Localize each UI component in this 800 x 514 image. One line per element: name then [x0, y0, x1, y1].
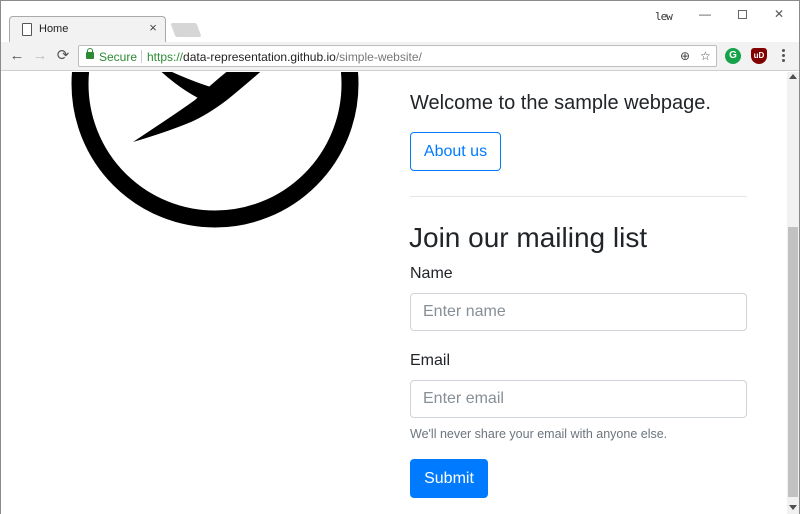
section-divider: [410, 196, 747, 197]
email-help-text: We'll never share your email with anyone…: [410, 427, 668, 441]
maximize-button[interactable]: [728, 7, 756, 23]
reload-button[interactable]: ⟳: [53, 46, 73, 66]
divider: [141, 50, 142, 63]
welcome-text: Welcome to the sample webpage.: [410, 92, 711, 114]
browser-window: Home × lew — ✕ ← → ⟳ Secure https://data…: [0, 0, 800, 514]
address-bar[interactable]: Secure https://data-representation.githu…: [78, 45, 717, 67]
bookmark-star-icon[interactable]: ☆: [700, 49, 711, 63]
scroll-thumb[interactable]: [788, 227, 798, 497]
submit-button[interactable]: Submit: [410, 459, 488, 498]
new-tab-button[interactable]: [170, 23, 202, 37]
page-icon: [22, 23, 32, 36]
mailing-list-heading: Join our mailing list: [409, 222, 648, 253]
profile-badge[interactable]: lew: [655, 10, 673, 23]
forward-button[interactable]: →: [30, 46, 50, 66]
tab-close-icon[interactable]: ×: [146, 20, 160, 35]
vertical-scrollbar[interactable]: [787, 72, 799, 514]
url-path: /simple-website/: [335, 50, 422, 64]
lock-icon: [86, 48, 94, 59]
email-input[interactable]: [410, 380, 747, 418]
url-scheme: https://: [147, 50, 184, 64]
title-bar: Home × lew — ✕: [1, 1, 799, 42]
about-us-button[interactable]: About us: [410, 132, 501, 171]
minimize-button[interactable]: —: [691, 7, 719, 23]
url-text[interactable]: https://data-representation.github.io/si…: [147, 50, 422, 64]
ublock-extension-icon[interactable]: uD: [751, 48, 767, 64]
zoom-icon[interactable]: ⊕: [680, 49, 690, 63]
bird-logo: [71, 72, 359, 228]
secure-label[interactable]: Secure: [99, 50, 137, 64]
email-label: Email: [410, 352, 451, 369]
url-host: data-representation.github.io: [183, 50, 336, 64]
browser-menu-icon[interactable]: [778, 48, 788, 64]
browser-toolbar: ← → ⟳ Secure https://data-representation…: [1, 42, 799, 71]
tab-title: Home: [39, 23, 69, 35]
name-label: Name: [410, 265, 453, 282]
name-input[interactable]: [410, 293, 747, 331]
grammarly-extension-icon[interactable]: G: [725, 48, 741, 64]
close-window-button[interactable]: ✕: [765, 7, 793, 23]
browser-tab-home[interactable]: Home ×: [9, 16, 166, 42]
scroll-up-icon[interactable]: [789, 74, 797, 79]
maximize-icon: [737, 10, 747, 19]
back-button[interactable]: ←: [7, 46, 27, 66]
page-viewport: Welcome to the sample webpage. About us …: [1, 72, 787, 514]
scroll-down-icon[interactable]: [789, 505, 797, 510]
